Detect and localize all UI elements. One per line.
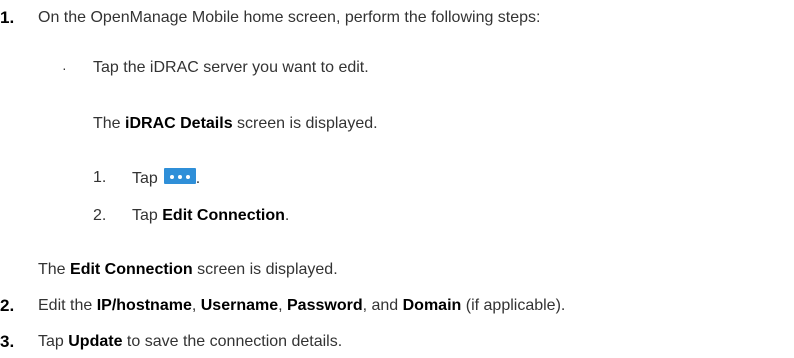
sub-step-1-pre: Tap bbox=[132, 170, 158, 187]
edit-connection-label: Edit Connection bbox=[162, 207, 285, 224]
idrac-details-label: iDRAC Details bbox=[125, 115, 233, 132]
sub-step-1-number: 1. bbox=[93, 169, 107, 186]
after-post: screen is displayed. bbox=[192, 261, 338, 278]
step-1-text: On the OpenManage Mobile home screen, pe… bbox=[38, 9, 541, 26]
sub-step-1-post: . bbox=[195, 170, 201, 187]
ip-hostname-label: IP/hostname bbox=[96, 297, 192, 314]
step-2-text: Edit the IP/hostname, Username, Password… bbox=[38, 296, 565, 316]
step-2-pre: Edit the bbox=[38, 297, 97, 314]
sub-step-2-pre: Tap bbox=[132, 207, 163, 224]
result-pre: The bbox=[93, 115, 126, 132]
separator: , bbox=[278, 297, 287, 314]
step-3-post: to save the connection details. bbox=[122, 333, 343, 350]
bullet-marker: · bbox=[62, 60, 67, 76]
step-3-text: Tap Update to save the connection detail… bbox=[38, 332, 342, 352]
edit-connection-screen-label: Edit Connection bbox=[70, 261, 193, 278]
sub-step-2-number: 2. bbox=[93, 207, 107, 224]
step-1-number: 1. bbox=[0, 8, 15, 27]
sub-step-2-post: . bbox=[284, 207, 290, 224]
separator: , bbox=[191, 297, 201, 314]
step-2-number: 2. bbox=[0, 296, 15, 315]
username-label: Username bbox=[200, 297, 279, 314]
idrac-details-result: The iDRAC Details screen is displayed. bbox=[93, 114, 378, 134]
edit-connection-result: The Edit Connection screen is displayed. bbox=[38, 260, 338, 280]
result-post: screen is displayed. bbox=[232, 115, 378, 132]
step-3-pre: Tap bbox=[38, 333, 69, 350]
step-2-post: (if applicable). bbox=[461, 297, 566, 314]
after-pre: The bbox=[38, 261, 71, 278]
password-label: Password bbox=[287, 297, 363, 314]
more-ellipsis-icon[interactable] bbox=[163, 168, 196, 184]
sub-step-2-text: Tap Edit Connection. bbox=[132, 206, 289, 226]
separator: , and bbox=[362, 297, 403, 314]
sub-step-1-text: Tap. bbox=[132, 168, 200, 188]
step-3-number: 3. bbox=[0, 332, 15, 351]
domain-label: Domain bbox=[402, 297, 462, 314]
update-label: Update bbox=[68, 333, 123, 350]
bullet-text: Tap the iDRAC server you want to edit. bbox=[93, 59, 369, 76]
